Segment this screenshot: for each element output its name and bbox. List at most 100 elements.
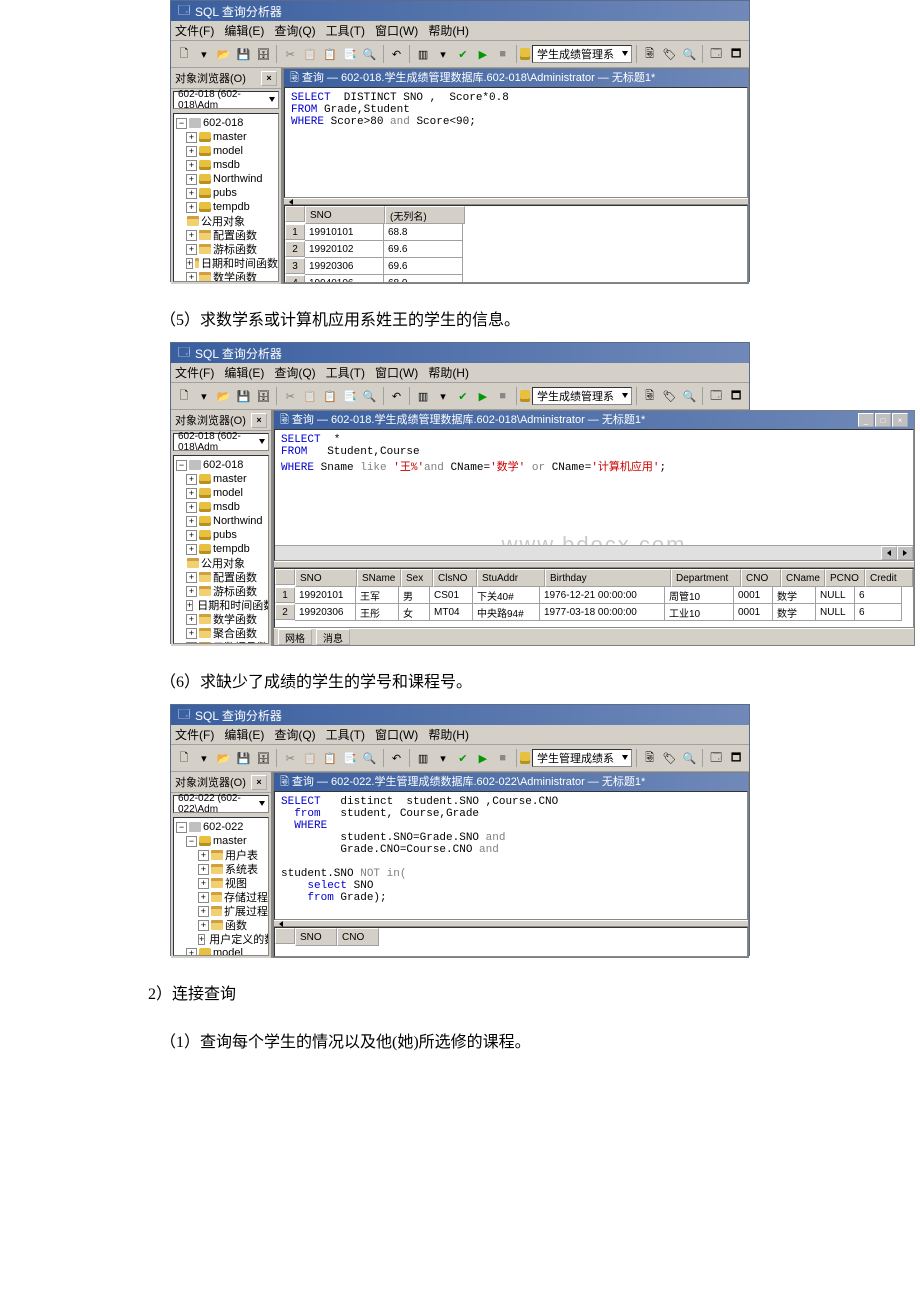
titlebar[interactable]: 🗔 SQL 查询分析器 <box>171 343 749 363</box>
results-grid[interactable]: SNO SName Sex ClsNO StuAddr Birthday Dep… <box>274 568 914 628</box>
menu-help[interactable]: 帮助(H) <box>428 22 469 39</box>
col-clsno[interactable]: ClsNO <box>433 569 477 587</box>
new-query-button[interactable]: 🗋 <box>175 748 193 768</box>
stop-button[interactable]: ■ <box>494 44 512 64</box>
help-button[interactable]: 🗖 <box>727 44 745 64</box>
save-all-button[interactable]: 🗄 <box>255 386 273 406</box>
folder-node[interactable]: +存储过程 <box>174 890 268 904</box>
menu-tools[interactable]: 工具(T) <box>326 726 365 743</box>
table-row[interactable]: 3 19920306 69.6 <box>285 258 747 275</box>
db-node[interactable]: +msdb <box>174 500 268 514</box>
menu-help[interactable]: 帮助(H) <box>428 726 469 743</box>
db-node-pubs[interactable]: +pubs <box>174 186 278 200</box>
folder-node[interactable]: 公用对象 <box>174 214 278 228</box>
col-birthday[interactable]: Birthday <box>545 569 671 587</box>
menu-tools[interactable]: 工具(T) <box>326 22 365 39</box>
open-button[interactable]: 📂 <box>215 386 233 406</box>
database-combo[interactable]: 学生成绩管理系 <box>532 45 632 63</box>
object-tree[interactable]: −602-018 +master +model +msdb +Northwind… <box>173 113 279 282</box>
menu-file[interactable]: 文件(F) <box>175 22 214 39</box>
results-button[interactable]: 📑 <box>341 386 359 406</box>
folder-node[interactable]: +扩展过程 <box>174 904 268 918</box>
close-icon[interactable]: × <box>251 413 267 428</box>
col-sno[interactable]: SNO <box>295 569 357 587</box>
table-row[interactable]: 1 19910101 68.8 <box>285 224 747 241</box>
exec-mode-dropdown[interactable]: ▾ <box>434 44 452 64</box>
table-row[interactable]: 4 19940106 68.0 <box>285 275 747 283</box>
folder-node[interactable]: 公用对象 <box>174 556 268 570</box>
tab-messages[interactable]: 消息 <box>316 629 350 645</box>
obj-browser-button[interactable]: 🔍 <box>681 44 699 64</box>
save-button[interactable]: 💾 <box>235 748 253 768</box>
undo-button[interactable]: ↶ <box>388 386 406 406</box>
save-button[interactable]: 💾 <box>235 386 253 406</box>
server-combo[interactable]: 602-018 (602-018\Adm <box>173 433 269 451</box>
db-node-msdb[interactable]: +msdb <box>174 158 278 172</box>
close-icon[interactable]: × <box>261 71 277 86</box>
folder-node[interactable]: +视图 <box>174 876 268 890</box>
folder-node[interactable]: +聚合函数 <box>174 626 268 640</box>
db-node[interactable]: +Northwind <box>174 514 268 528</box>
server-node[interactable]: −602-018 <box>174 458 268 472</box>
table-row[interactable]: 1 19920101 王军 男 CS01 下关40# 1976-12-21 00… <box>275 587 913 604</box>
col-cno[interactable]: CNO <box>741 569 781 587</box>
cut-button[interactable]: ✂ <box>281 44 299 64</box>
server-node[interactable]: −602-018 <box>174 116 278 130</box>
obj-browser-button[interactable]: 🔍 <box>681 386 699 406</box>
col-cno[interactable]: CNO <box>337 928 379 946</box>
dropdown-arrow[interactable]: ▾ <box>195 44 213 64</box>
run-button[interactable]: ▶ <box>474 44 492 64</box>
menu-help[interactable]: 帮助(H) <box>428 364 469 381</box>
folder-node[interactable]: +用户表 <box>174 848 268 862</box>
object-tree[interactable]: −602-022 −master +用户表 +系统表 +视图 +存储过程 +扩展… <box>173 817 269 956</box>
database-combo[interactable]: 学生成绩管理系 <box>532 387 632 405</box>
options-button[interactable]: 🗔 <box>707 44 725 64</box>
db-node[interactable]: +master <box>174 472 268 486</box>
find-button[interactable]: 🔍 <box>361 44 379 64</box>
col-sno[interactable]: SNO <box>295 928 337 946</box>
help-button[interactable]: 🗖 <box>727 386 745 406</box>
folder-node[interactable]: +数学函数 <box>174 612 268 626</box>
open-button[interactable]: 📂 <box>215 44 233 64</box>
object-tree[interactable]: −602-018 +master +model +msdb +Northwind… <box>173 455 269 644</box>
db-node[interactable]: +model <box>174 946 268 956</box>
menu-window[interactable]: 窗口(W) <box>375 22 418 39</box>
results-grid[interactable]: SNO CNO <box>274 927 748 957</box>
results-button[interactable]: 📑 <box>341 748 359 768</box>
folder-node[interactable]: +配置函数 <box>174 228 278 242</box>
col-cname[interactable]: CName <box>781 569 825 587</box>
db-node-northwind[interactable]: +Northwind <box>174 172 278 186</box>
col-department[interactable]: Department <box>671 569 741 587</box>
sql-editor[interactable]: SELECT DISTINCT SNO , Score*0.8 FROM Gra… <box>284 87 748 198</box>
undo-button[interactable]: ↶ <box>388 748 406 768</box>
col-sno[interactable]: SNO <box>305 206 385 224</box>
minimize-button[interactable]: _ <box>858 413 874 427</box>
menu-window[interactable]: 窗口(W) <box>375 364 418 381</box>
open-button[interactable]: 📂 <box>215 748 233 768</box>
find-button[interactable]: 🔍 <box>361 748 379 768</box>
folder-node[interactable]: +数学函数 <box>174 270 278 282</box>
folder-node[interactable]: +配置函数 <box>174 570 268 584</box>
paste-button[interactable]: 📋 <box>321 748 339 768</box>
col-pcno[interactable]: PCNO <box>825 569 865 587</box>
sql-editor[interactable]: SELECT distinct student.SNO ,Course.CNO … <box>274 791 748 920</box>
menu-tools[interactable]: 工具(T) <box>326 364 365 381</box>
folder-node[interactable]: +函数 <box>174 918 268 932</box>
cut-button[interactable]: ✂ <box>281 748 299 768</box>
copy-button[interactable]: 📋 <box>301 748 319 768</box>
titlebar[interactable]: 🗔 SQL 查询分析器 <box>171 1 749 21</box>
dropdown-arrow[interactable]: ▾ <box>195 386 213 406</box>
menu-edit[interactable]: 编辑(E) <box>224 726 264 743</box>
obj-browser-button[interactable]: 🔍 <box>681 748 699 768</box>
db-node[interactable]: +pubs <box>174 528 268 542</box>
exec-mode-dropdown[interactable]: ▾ <box>434 386 452 406</box>
menu-query[interactable]: 查询(Q) <box>274 22 315 39</box>
folder-node[interactable]: +系统表 <box>174 862 268 876</box>
folder-node[interactable]: +日期和时间函数 <box>174 256 278 270</box>
db-node-master[interactable]: −master <box>174 834 268 848</box>
splitter[interactable] <box>274 920 748 927</box>
tab-grid[interactable]: 网格 <box>278 629 312 645</box>
run-button[interactable]: ▶ <box>474 386 492 406</box>
trace-button[interactable]: 🏷 <box>661 44 679 64</box>
sql-editor[interactable]: SELECT * FROM Student,Course WHERE Sname… <box>274 429 914 561</box>
